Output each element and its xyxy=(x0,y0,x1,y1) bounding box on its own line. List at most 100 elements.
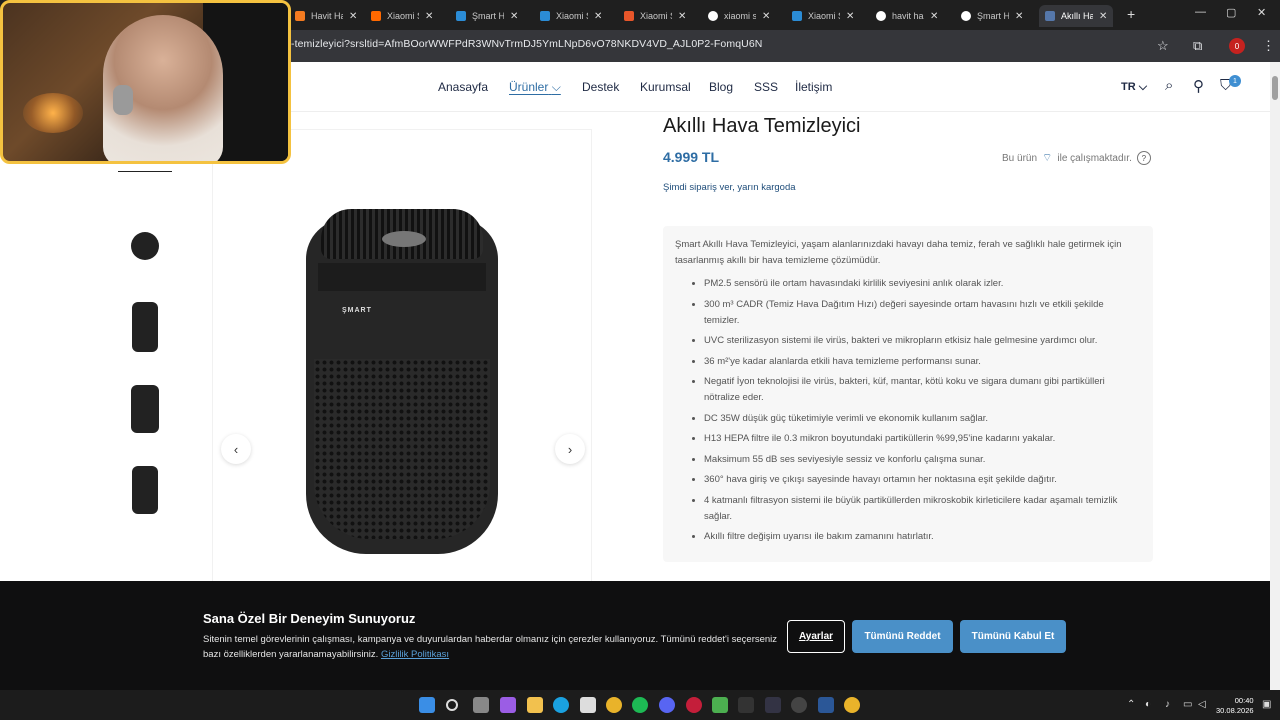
search-icon[interactable]: ⌕ xyxy=(1165,77,1173,94)
cookie-body: Sitenin temel görevlerinin çalışması, ka… xyxy=(203,634,778,660)
start-icon[interactable] xyxy=(419,697,435,713)
browser-tab[interactable]: Şmart H ✕ xyxy=(955,5,1029,27)
cart-count-badge: 1 xyxy=(1229,75,1241,87)
volume-icon[interactable]: ◁ xyxy=(1198,699,1206,710)
minimize-icon[interactable]: — xyxy=(1195,6,1206,18)
thumbnail[interactable] xyxy=(118,379,172,439)
close-icon[interactable]: ✕ xyxy=(846,11,854,22)
privacy-policy-link[interactable]: Gizlilik Politikası xyxy=(381,649,449,660)
product-price: 4.999 TL xyxy=(663,149,720,165)
obs-icon[interactable] xyxy=(791,697,807,713)
search-icon[interactable] xyxy=(446,699,458,711)
language-selector[interactable]: TR ⌵ xyxy=(1121,81,1147,94)
nav-sss[interactable]: SSS xyxy=(754,80,778,94)
user-icon[interactable]: ⚲ xyxy=(1193,77,1204,95)
system-clock[interactable]: 00:40 30.08.2026 xyxy=(1216,696,1254,716)
task-view-icon[interactable] xyxy=(473,697,489,713)
gallery-prev-button[interactable]: ‹ xyxy=(221,434,251,464)
tab-favicon-icon xyxy=(792,11,802,21)
app-icon[interactable] xyxy=(765,697,781,713)
help-icon[interactable]: ? xyxy=(1136,151,1151,165)
menu-icon[interactable]: ⋮ xyxy=(1262,38,1275,54)
browser-tab[interactable]: Havit Hap✕ xyxy=(289,5,363,27)
chevron-down-icon: ⌵ xyxy=(551,80,561,94)
tab-favicon-icon xyxy=(295,11,305,21)
edge-icon[interactable] xyxy=(553,697,569,713)
browser-tab[interactable]: havit ha ✕ xyxy=(870,5,944,27)
tab-favicon-icon xyxy=(624,11,634,21)
browser-tab[interactable]: Xiaomi S✕ xyxy=(534,5,608,27)
feature-item: PM2.5 sensörü ile ortam havasındaki kirl… xyxy=(704,276,1141,292)
lamp-glow xyxy=(23,93,83,133)
app-icon[interactable] xyxy=(712,697,728,713)
thumbnail[interactable] xyxy=(118,297,172,357)
nav-urunler[interactable]: Ürünler ⌵ xyxy=(509,80,561,95)
browser-tab[interactable]: Xiaomi S✕ xyxy=(618,5,692,27)
notifications-icon[interactable]: ▣ xyxy=(1262,699,1271,710)
nav-kurumsal[interactable]: Kurumsal xyxy=(640,80,691,94)
discord-icon[interactable] xyxy=(659,697,675,713)
gallery-next-button[interactable]: › xyxy=(555,434,585,464)
tab-favicon-icon xyxy=(1045,11,1055,21)
close-icon[interactable]: ✕ xyxy=(510,11,518,22)
chrome-icon[interactable] xyxy=(606,697,622,713)
feature-list: PM2.5 sensörü ile ortam havasındaki kirl… xyxy=(675,276,1141,545)
webcam-overlay xyxy=(0,0,291,164)
opera-icon[interactable] xyxy=(686,697,702,713)
browser-tab-active[interactable]: Akıllı Ha ✕ xyxy=(1039,5,1114,27)
reject-all-button[interactable]: Tümünü Reddet xyxy=(852,620,953,653)
chrome-icon[interactable] xyxy=(844,697,860,713)
spotify-icon[interactable] xyxy=(632,697,648,713)
profile-avatar[interactable]: 0 xyxy=(1229,38,1245,54)
close-icon[interactable]: ✕ xyxy=(930,11,938,22)
window-close-icon[interactable]: ✕ xyxy=(1257,6,1266,19)
google-icon xyxy=(876,11,886,21)
description-intro: Şmart Akıllı Hava Temizleyici, yaşam ala… xyxy=(675,239,1122,266)
feature-item: Maksimum 55 dB ses seviyesiyle sessiz ve… xyxy=(704,452,1141,468)
close-icon[interactable]: ✕ xyxy=(349,11,357,22)
browser-tab[interactable]: xiaomi s ✕ xyxy=(702,5,776,27)
close-icon[interactable]: ✕ xyxy=(1099,11,1107,22)
scrollbar-thumb[interactable] xyxy=(1272,76,1278,100)
nav-destek[interactable]: Destek xyxy=(582,80,619,94)
close-icon[interactable]: ✕ xyxy=(425,11,433,22)
tray-app-icon[interactable]: ◐ xyxy=(1145,699,1151,710)
page-scrollbar[interactable] xyxy=(1270,62,1280,690)
close-icon[interactable]: ✕ xyxy=(762,11,770,22)
accept-all-button[interactable]: Tümünü Kabul Et xyxy=(960,620,1066,653)
maximize-icon[interactable]: ▢ xyxy=(1226,6,1236,19)
file-explorer-icon[interactable] xyxy=(527,697,543,713)
copilot-icon[interactable] xyxy=(500,697,516,713)
store-icon[interactable] xyxy=(580,697,596,713)
nav-blog[interactable]: Blog xyxy=(709,80,733,94)
product-description: Şmart Akıllı Hava Temizleyici, yaşam ala… xyxy=(663,226,1153,562)
microphone-icon[interactable]: ♪ xyxy=(1165,699,1170,710)
app-icon[interactable] xyxy=(818,697,834,713)
compatibility-note: Bu ürün ⌔ ile çalışmaktadır. ? xyxy=(1002,151,1151,165)
cookie-heading: Sana Özel Bir Deneyim Sunuyoruz xyxy=(203,611,416,626)
browser-tab[interactable]: Xiaomi S✕ xyxy=(365,5,439,27)
nav-iletisim[interactable]: İletişim xyxy=(795,80,832,94)
network-icon[interactable]: ▭ xyxy=(1183,699,1192,710)
product-title: Akıllı Hava Temizleyici xyxy=(663,115,861,137)
browser-tab[interactable]: Şmart H ✕ xyxy=(450,5,524,27)
feature-item: DC 35W düşük güç tüketimiyle verimli ve … xyxy=(704,411,1141,427)
wifi-icon: ⌔ xyxy=(1042,152,1053,164)
new-tab-icon[interactable]: + xyxy=(1127,6,1135,22)
star-icon[interactable]: ☆ xyxy=(1157,38,1169,54)
feature-item: Negatif İyon teknolojisi ile virüs, bakt… xyxy=(704,374,1141,406)
close-icon[interactable]: ✕ xyxy=(678,11,686,22)
extensions-icon[interactable]: ⧉ xyxy=(1193,38,1202,54)
url-field[interactable]: -temizleyici?srsltid=AfmBOorWWFPdR3WNvTr… xyxy=(291,38,762,50)
app-icon[interactable] xyxy=(738,697,754,713)
close-icon[interactable]: ✕ xyxy=(1015,11,1023,22)
google-icon xyxy=(708,11,718,21)
thumbnail[interactable] xyxy=(118,460,172,520)
nav-anasayfa[interactable]: Anasayfa xyxy=(438,80,488,94)
thumbnail[interactable] xyxy=(118,216,172,276)
tray-chevron-icon[interactable]: ⌃ xyxy=(1127,699,1135,710)
browser-tab[interactable]: Xiaomi S✕ xyxy=(786,5,860,27)
cookie-settings-button[interactable]: Ayarlar xyxy=(787,620,845,653)
close-icon[interactable]: ✕ xyxy=(594,11,602,22)
tab-favicon-icon xyxy=(540,11,550,21)
